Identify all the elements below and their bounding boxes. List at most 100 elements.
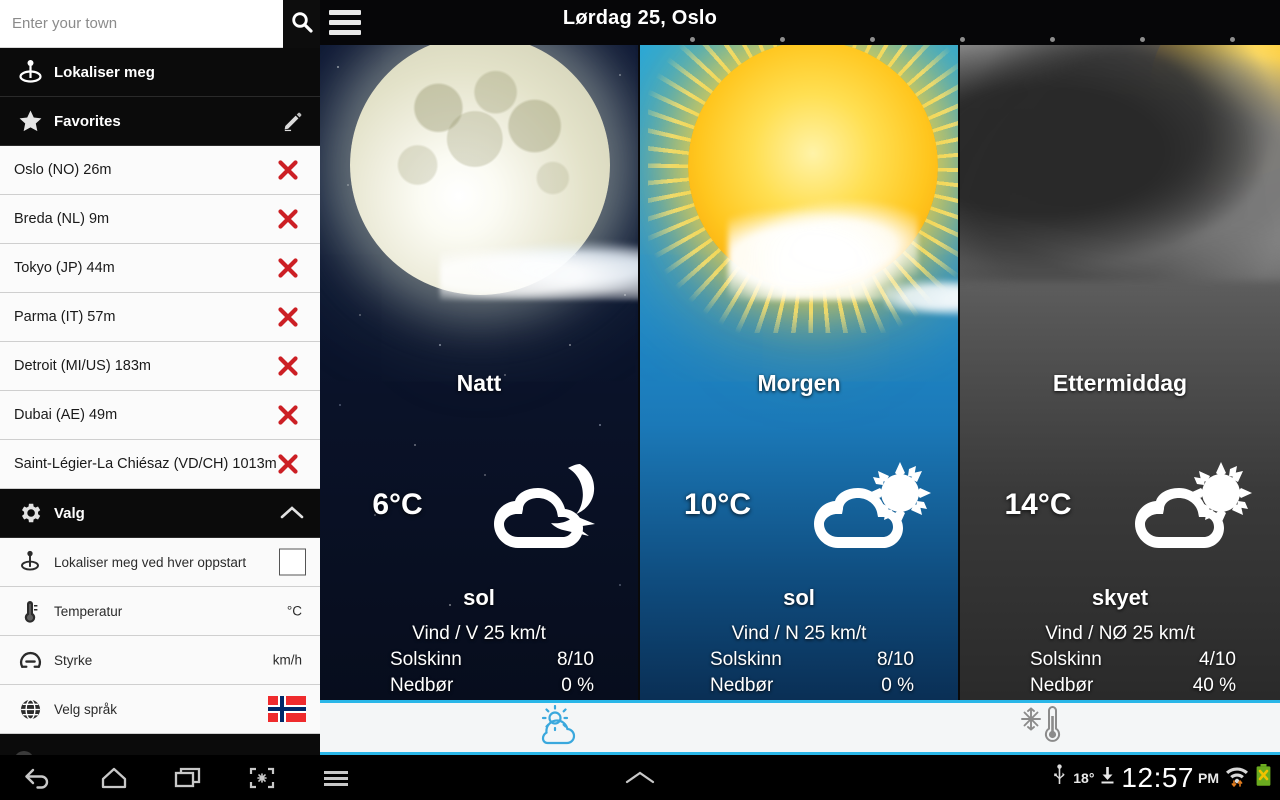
night-cloud-wisp (440, 240, 638, 300)
forecast-panel-night[interactable]: Natt 6°C sol Vind / V 25 km/t Solskinn 8… (320, 45, 640, 700)
location-pin-icon (10, 59, 50, 86)
sidebar-item-locate-me[interactable]: Lokaliser meg (0, 48, 320, 97)
page-dot[interactable] (1140, 37, 1145, 42)
cloud-sun-icon (1116, 462, 1280, 548)
detail-rows: Vind / V 25 km/t Solskinn 8/10 Nedbør 0 … (320, 623, 638, 700)
wind-row: Vind / V 25 km/t (412, 623, 546, 644)
detail-row: Solskinn 8/10 (346, 649, 612, 671)
detail-row: Solskinn 8/10 (666, 649, 932, 671)
search-input[interactable] (0, 0, 283, 47)
close-x-icon[interactable] (276, 158, 300, 182)
favorite-row[interactable]: Detroit (MI/US) 183m (0, 342, 320, 391)
option-label: Styrke (54, 652, 93, 668)
chevron-up-icon[interactable] (280, 505, 304, 521)
pencil-icon[interactable] (281, 110, 304, 133)
sidebar-item-label: Lokaliser meg (54, 63, 155, 81)
gauge-icon (10, 648, 50, 673)
temp-icon-row: 14°C (960, 440, 1280, 570)
favorite-row[interactable]: Oslo (NO) 26m (0, 146, 320, 195)
menu-icon[interactable] (312, 755, 360, 800)
favorite-name: Detroit (MI/US) 183m (14, 358, 151, 374)
detail-key: Nedbør (1030, 675, 1094, 696)
favorite-row[interactable]: Breda (NL) 9m (0, 195, 320, 244)
clock-meridiem: PM (1198, 769, 1219, 786)
period-label: Morgen (757, 370, 841, 396)
location-pin-icon (10, 550, 50, 574)
status-bar: 18° 12:57 PM (1052, 755, 1272, 800)
option-wind-unit[interactable]: Styrke km/h (0, 636, 320, 685)
screenshot-icon[interactable] (238, 755, 286, 800)
option-label: Temperatur (54, 603, 123, 619)
detail-value: 8/10 (877, 649, 914, 670)
option-value: km/h (272, 652, 302, 668)
option-value: °C (286, 603, 302, 619)
favorite-name: Parma (IT) 57m (14, 309, 116, 325)
option-temperature-unit[interactable]: Temperatur °C (0, 587, 320, 636)
search-button[interactable] (283, 0, 320, 48)
close-x-icon[interactable] (276, 354, 300, 378)
favorite-name: Breda (NL) 9m (14, 211, 110, 227)
sidebar-item-label: Favorites (54, 112, 121, 130)
temperature-value: 14°C (1004, 488, 1072, 521)
forecast-panel-morning[interactable]: Morgen 10°C sol Vind / N 25 km/t Solskin… (640, 45, 960, 700)
sidebar-favorites-header[interactable]: Favorites (0, 97, 320, 146)
back-icon[interactable] (14, 755, 62, 800)
period-label: Natt (456, 370, 502, 396)
wind-row: Vind / N 25 km/t (731, 623, 867, 644)
page-dot[interactable] (960, 37, 965, 42)
gear-icon (10, 500, 50, 526)
option-language[interactable]: Velg språk (0, 685, 320, 734)
option-locate-on-start[interactable]: Lokaliser meg ved hver oppstart (0, 538, 320, 587)
favorite-row[interactable]: Parma (IT) 57m (0, 293, 320, 342)
hamburger-icon[interactable] (329, 10, 361, 35)
bottom-tabbar (320, 700, 1280, 755)
locate-on-start-checkbox[interactable] (279, 548, 306, 576)
wind-row: Vind / NØ 25 km/t (1045, 623, 1195, 644)
favorite-name: Tokyo (JP) 44m (14, 260, 115, 276)
detail-rows: Vind / N 25 km/t Solskinn 8/10 Nedbør 0 … (640, 623, 958, 700)
battery-error-icon (1255, 763, 1272, 792)
detail-row: Nedbør 0 % (346, 675, 612, 697)
close-x-icon[interactable] (276, 256, 300, 280)
detail-key: Solskinn (1030, 649, 1102, 670)
favorite-name: Oslo (NO) 26m (14, 162, 112, 178)
close-x-icon[interactable] (276, 305, 300, 329)
forecast-panel-afternoon[interactable]: Ettermiddag 14°C skyet Vind / NØ 25 km/t… (960, 45, 1280, 700)
forecast-panels: Natt 6°C sol Vind / V 25 km/t Solskinn 8… (320, 45, 1280, 700)
condition-label: sol (463, 585, 495, 610)
favorite-row[interactable]: Saint-Légier-La Chiésaz (VD/CH) 1013m (0, 440, 320, 489)
sidebar-options-header[interactable]: Valg (0, 489, 320, 538)
temperature-value: 10°C (684, 488, 752, 521)
recents-icon[interactable] (164, 755, 212, 800)
sidebar-drawer: Lokaliser meg Favorites Oslo (NO) 26m Bre… (0, 0, 320, 755)
chevron-up-icon[interactable] (616, 755, 664, 800)
page-dot[interactable] (690, 37, 695, 42)
detail-value: 40 % (1192, 675, 1236, 696)
snowflake-thermometer-icon (1018, 705, 1062, 750)
search-row (0, 0, 320, 48)
detail-row: Nedbør 0 % (666, 675, 932, 697)
page-dot[interactable] (870, 37, 875, 42)
android-navbar: 18° 12:57 PM (0, 755, 1280, 800)
favorite-row[interactable]: Tokyo (JP) 44m (0, 244, 320, 293)
device-temperature: 18° (1073, 769, 1095, 786)
condition-label: skyet (1091, 585, 1149, 610)
close-x-icon[interactable] (276, 452, 300, 476)
close-x-icon[interactable] (276, 403, 300, 427)
sidebar-partial-row[interactable] (0, 734, 320, 755)
cloud-moon-icon (475, 462, 638, 548)
star-icon (10, 108, 50, 135)
page-dot[interactable] (1230, 37, 1235, 42)
home-icon[interactable] (90, 755, 138, 800)
partial-icon (12, 748, 36, 755)
page-dot[interactable] (1050, 37, 1055, 42)
tab-forecast[interactable] (320, 703, 800, 752)
close-x-icon[interactable] (276, 207, 300, 231)
detail-key: Solskinn (390, 649, 462, 670)
favorite-row[interactable]: Dubai (AE) 49m (0, 391, 320, 440)
page-dot[interactable] (780, 37, 785, 42)
detail-value: 8/10 (557, 649, 594, 670)
tab-temperature[interactable] (800, 703, 1280, 752)
flag-norway-icon (268, 696, 306, 722)
dark-cloud-image (960, 45, 1280, 281)
